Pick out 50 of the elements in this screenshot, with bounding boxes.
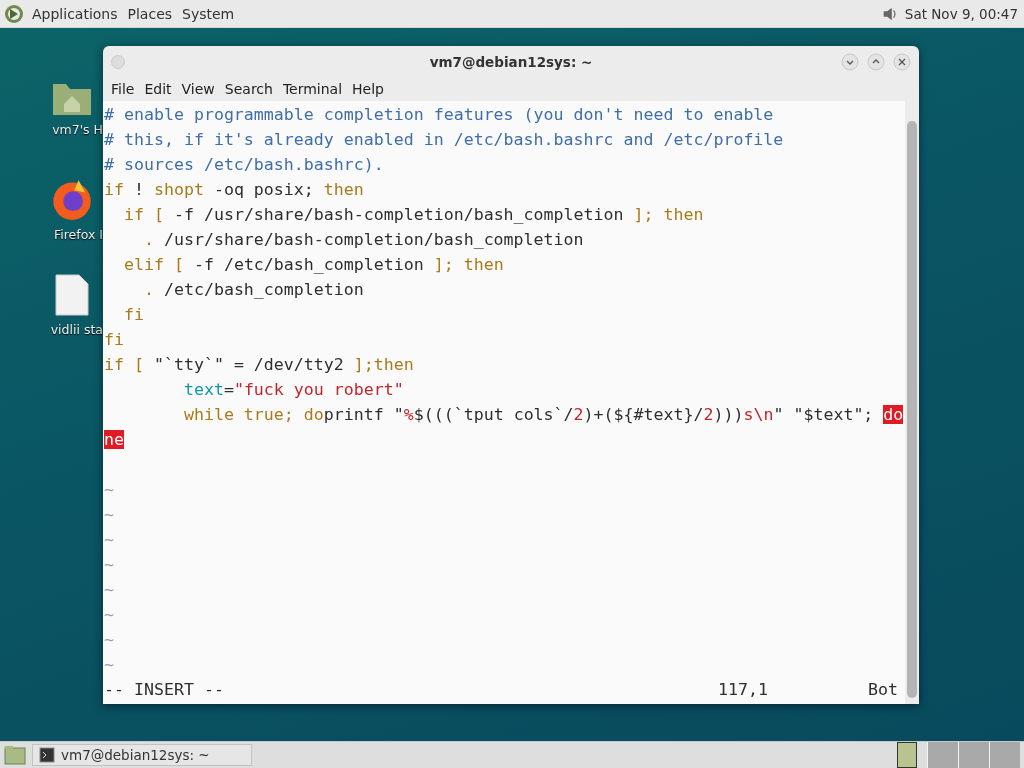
clock[interactable]: Sat Nov 9, 00:47 bbox=[904, 5, 1018, 22]
show-desktop-icon[interactable] bbox=[4, 745, 26, 765]
code-line: if ! shopt -oq posix; then bbox=[104, 180, 364, 199]
code-line: elif [ -f /etc/bash_completion ]; then bbox=[122, 255, 504, 274]
menu-item[interactable]: Help bbox=[348, 81, 388, 97]
terminal-icon bbox=[39, 747, 55, 763]
panel-menu[interactable]: Places bbox=[125, 5, 175, 22]
file-icon[interactable] bbox=[54, 274, 89, 316]
menu-item[interactable]: Terminal bbox=[278, 81, 347, 97]
code-line: # sources /etc/bash.bashrc). bbox=[104, 155, 384, 174]
empty-line-marker: ~ bbox=[104, 505, 114, 524]
empty-line-marker: ~ bbox=[104, 580, 114, 599]
code-line: # this, if it's already enabled in /etc/bash.bashrc and /etc/profile bbox=[104, 130, 784, 149]
menu-item[interactable]: Edit bbox=[140, 81, 176, 97]
workspace-button[interactable] bbox=[897, 742, 917, 768]
empty-line-marker: ~ bbox=[104, 655, 114, 674]
maximize-icon[interactable] bbox=[867, 52, 885, 71]
desktop-icon-label[interactable]: Firefox I bbox=[53, 227, 103, 242]
mode-indicator: -- INSERT -- bbox=[104, 679, 224, 701]
scrollbar[interactable] bbox=[905, 101, 919, 704]
code-line: . /usr/share/bash-completion/bash_completion bbox=[142, 230, 584, 249]
menu-item[interactable]: Search bbox=[220, 81, 277, 97]
window-menu-icon[interactable] bbox=[111, 54, 125, 69]
code-line: text="fuck you robert" bbox=[182, 380, 404, 399]
window-title: vm7@debian12sys: ~ bbox=[429, 53, 593, 70]
code-line: fi bbox=[104, 330, 124, 349]
cursor-position: 117,1 bbox=[718, 679, 768, 701]
empty-line-marker: ~ bbox=[104, 480, 114, 499]
logo-icon[interactable] bbox=[4, 3, 24, 24]
scroll-position: Bot bbox=[867, 679, 899, 701]
empty-line-marker: ~ bbox=[104, 530, 114, 549]
taskbar-button[interactable]: vm7@debian12sys: ~ bbox=[32, 744, 252, 766]
code-line: # enable programmable completion features (you don't need to enable bbox=[104, 105, 774, 124]
menu-item[interactable]: View bbox=[177, 81, 219, 97]
desktop-icon-label[interactable]: vidlii sta bbox=[50, 322, 103, 337]
empty-line-marker: ~ bbox=[104, 630, 114, 649]
minimize-icon[interactable] bbox=[841, 52, 859, 71]
code-line: if [ -f /usr/share/bash-completion/bash_completion ]; then bbox=[122, 205, 704, 224]
panel-menu[interactable]: System bbox=[180, 5, 237, 22]
close-icon[interactable] bbox=[893, 52, 911, 71]
code-line: fi bbox=[122, 305, 144, 324]
desktop-icon-label[interactable]: vm7's H bbox=[52, 122, 103, 137]
empty-line-marker: ~ bbox=[104, 555, 114, 574]
panel-menu[interactable]: Applications bbox=[30, 5, 120, 22]
empty-line-marker: ~ bbox=[104, 605, 114, 624]
code-line: if [ "`tty`" = /dev/tty2 ];then bbox=[104, 355, 414, 374]
code-line: . /etc/bash_completion bbox=[142, 280, 364, 299]
scrollbar-thumb[interactable] bbox=[907, 121, 917, 698]
code-line: while true; doprintf "%$(((`tput cols`/2)+(${#text}/2)))s\n" "$text"; do bbox=[182, 405, 904, 424]
menu-item[interactable]: File bbox=[107, 81, 139, 97]
